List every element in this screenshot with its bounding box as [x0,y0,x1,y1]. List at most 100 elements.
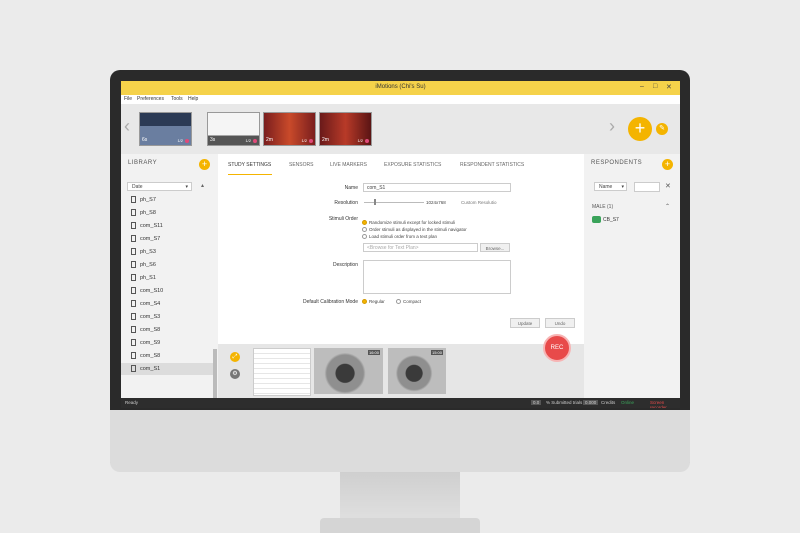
menu-preferences[interactable]: Preferences [137,96,164,102]
library-item-label: com_S3 [140,314,161,320]
monitor-stand [340,472,460,522]
custom-resolution-option[interactable]: Custom Resolutio [461,200,497,205]
order-textplan-label: Load stimuli order from a text plan [369,234,438,239]
library-item[interactable]: com_S11 [121,220,214,232]
tab-study-settings[interactable]: STUDY SETTINGS [228,162,271,168]
edit-icon[interactable]: ✎ [656,123,668,135]
order-navigator-radio[interactable] [362,227,367,232]
document-icon [131,352,136,359]
order-textplan-radio[interactable] [362,234,367,239]
chevron-up-icon[interactable]: ▴ [201,182,204,189]
text-plan-input[interactable]: <Browse for Text Plan> [363,243,478,252]
status-ready: Ready [125,400,139,405]
status-dot-icon [309,139,313,143]
library-item-label: com_S1 [140,366,161,372]
thumbnail-duration: 2m [266,137,273,143]
stimulus-thumbnail[interactable]: 3s 1/2 [207,112,260,146]
record-button[interactable]: REC [543,334,571,362]
respondent-search-input[interactable] [634,182,660,192]
chevron-left-icon[interactable]: ‹ [124,116,130,137]
library-item[interactable]: ph_S6 [121,259,214,271]
tab-live-markers[interactable]: LIVE MARKERS [330,162,367,168]
menu-help[interactable]: Help [188,96,198,102]
minimize-button[interactable]: – [640,83,644,90]
library-item[interactable]: ph_S8 [121,207,214,219]
library-item[interactable]: com_S8 [121,324,214,336]
respondent-item[interactable]: CB_S7 [603,217,619,223]
undo-button[interactable]: Undo [545,318,575,328]
name-input[interactable]: com_S1 [363,183,511,192]
respondents-title: RESPONDENTS [591,160,643,166]
chevron-down-icon: ▾ [185,184,188,190]
menu-file[interactable]: File [124,96,132,102]
stimuli-order-label: Stimuli Order [328,216,358,222]
tab-exposure-statistics[interactable]: EXPOSURE STATISTICS [384,162,441,168]
respondent-filter-select[interactable]: Name ▾ [594,182,627,191]
webcam-preview[interactable]: 16:00 [314,348,383,394]
document-icon [131,365,136,372]
library-panel: LIBRARY + Date ▾ ▴ ph_S7 ph_S8 com_S11 com_… [121,154,218,408]
thumbnail-count: 1/2 [301,138,307,143]
respondent-filter-value: Name [599,184,613,190]
stimulus-thumbnail[interactable]: 6s 1/2 [139,112,192,146]
library-item[interactable]: com_S7 [121,233,214,245]
library-item[interactable]: ph_S3 [121,246,214,258]
library-item-label: ph_S8 [140,210,156,216]
add-stimulus-button[interactable]: + [628,117,652,141]
library-item-label: com_S7 [140,236,161,242]
trials-label: % Submitted trials [546,400,583,405]
tab-respondent-statistics[interactable]: RESPONDENT STATISTICS [460,162,524,168]
library-sort-value: Date [132,184,143,190]
document-icon [131,300,136,307]
library-item[interactable]: com_S1 [121,363,214,375]
tab-sensors[interactable]: SENSORS [289,162,313,168]
expand-icon[interactable]: ⤢ [230,352,240,362]
update-button[interactable]: Update [510,318,540,328]
respondent-group-header[interactable]: MALE (1) [592,204,613,210]
close-button[interactable]: ✕ [666,83,672,91]
order-randomize-radio[interactable] [362,220,367,225]
settings-icon[interactable]: ⚙ [230,369,240,379]
stimulus-thumbnail[interactable]: 2m 1/2 [319,112,372,146]
menu-tools[interactable]: Tools [171,96,183,102]
chevron-up-icon[interactable]: ⌃ [665,203,670,210]
document-icon [131,274,136,281]
library-item-label: com_S10 [140,288,164,294]
webcam-preview[interactable]: 15:00 [388,348,446,394]
document-icon [131,326,136,333]
document-icon [131,261,136,268]
status-bar: Ready 0.0 % Submitted trials 0.000 Credi… [121,398,680,408]
library-item[interactable]: ph_S1 [121,272,214,284]
description-textarea[interactable] [363,260,511,294]
thumbnail-count: 1/2 [357,138,363,143]
library-item[interactable]: com_S10 [121,285,214,297]
app-screen: iMotions (Chi's Su) – □ ✕ File Preferenc… [121,81,680,408]
webcam-timestamp: 15:00 [430,350,443,355]
clear-filter-icon[interactable]: ✕ [665,182,671,190]
calibration-regular-radio[interactable] [362,299,367,304]
browse-button[interactable]: Browse... [480,243,510,252]
resolution-slider-handle[interactable] [374,199,376,205]
library-sort-select[interactable]: Date ▾ [127,182,192,191]
library-item[interactable]: com_S8 [121,350,214,362]
add-library-button[interactable]: + [199,159,210,170]
maximize-button[interactable]: □ [653,83,657,90]
library-item[interactable]: com_S4 [121,298,214,310]
stimulus-thumbnail[interactable]: 2m 1/2 [263,112,316,146]
resolution-slider[interactable] [364,202,424,203]
library-item[interactable]: com_S9 [121,337,214,349]
data-table-preview[interactable] [253,348,311,396]
add-respondent-button[interactable]: + [662,159,673,170]
order-navigator-label: Order stimuli as displayed in the stimul… [369,227,467,232]
chevron-right-icon[interactable]: › [609,116,615,137]
thumbnail-duration: 6s [142,137,148,143]
credits-count: 0.000 [583,400,599,405]
library-item[interactable]: ph_S7 [121,194,214,206]
library-item-label: ph_S3 [140,249,156,255]
document-icon [131,248,136,255]
calibration-compact-radio[interactable] [396,299,401,304]
library-item[interactable]: com_S3 [121,311,214,323]
online-status: Online [621,400,635,405]
library-item-label: com_S8 [140,353,161,359]
respondents-panel: RESPONDENTS + Name ▾ ✕ MALE (1) ⌃ CB_S7 [584,154,680,398]
